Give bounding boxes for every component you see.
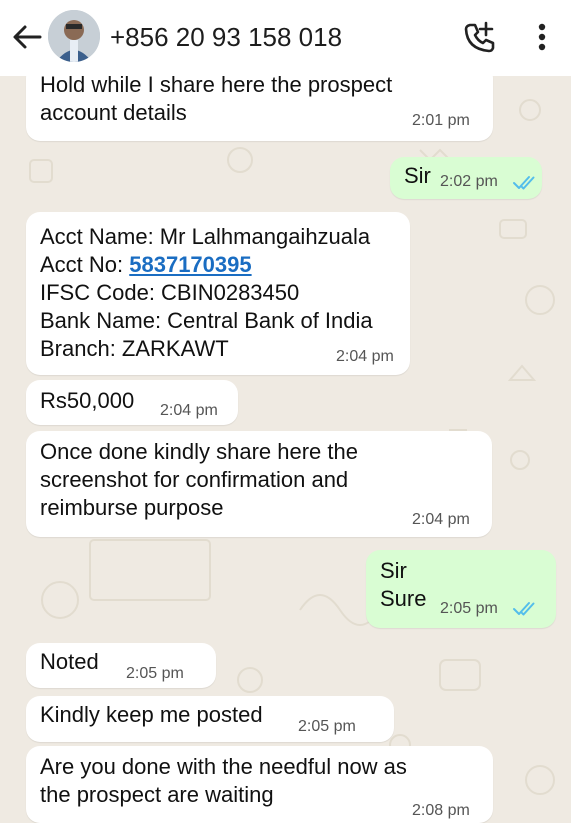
outgoing-message-bubble[interactable]: Sir Sure 2:05 pm	[366, 550, 556, 628]
message-text-span: account details	[40, 100, 187, 125]
message-text-span: Branch: ZARKAWT	[40, 336, 229, 361]
message-text-span: Sure	[380, 586, 427, 611]
account-number-link[interactable]: 5837170395	[129, 252, 251, 277]
chat-header: +856 20 93 158 018	[0, 0, 571, 76]
message-text: Branch: ZARKAWT	[40, 336, 229, 362]
message-text: screenshot for confirmation and	[40, 467, 348, 493]
contact-name[interactable]: +856 20 93 158 018	[110, 22, 342, 53]
message-timestamp: 2:08 pm	[412, 802, 470, 819]
message-timestamp: 2:05 pm	[126, 665, 184, 682]
message-timestamp: 2:05 pm	[440, 600, 498, 617]
message-text: account details	[40, 100, 187, 126]
message-text-span: Sir	[404, 163, 431, 188]
message-text: the prospect are waiting	[40, 782, 274, 808]
message-text-span: Rs50,000	[40, 388, 135, 413]
message-timestamp: 2:02 pm	[440, 173, 498, 190]
message-text-span: Sir	[380, 558, 407, 583]
message-text: Kindly keep me posted	[40, 702, 263, 728]
message-text-span: Acct Name: Mr Lalhmangaihzuala	[40, 224, 371, 249]
message-text: Noted	[40, 649, 99, 675]
message-text: Are you done with the needful now as	[40, 754, 407, 780]
message-text-span: Noted	[40, 649, 99, 674]
message-text-span: Acct No:	[40, 252, 130, 277]
message-text-span: Bank Name: Central Bank of India	[40, 308, 373, 333]
message-text-span: Once done kindly share here the	[40, 439, 358, 464]
incoming-message-bubble[interactable]: Acct Name: Mr Lalhmangaihzuala Acct No: 5…	[26, 212, 410, 375]
incoming-message-bubble[interactable]: Rs50,000 2:04 pm	[26, 380, 238, 425]
message-text: Sir	[404, 163, 431, 189]
message-text-span: the prospect are waiting	[40, 782, 274, 807]
message-text: Rs50,000	[40, 388, 134, 414]
message-timestamp: 2:05 pm	[298, 718, 356, 735]
read-receipt-icon	[513, 176, 535, 190]
message-text-span: IFSC Code: CBIN0283450	[40, 280, 300, 305]
more-vert-icon[interactable]	[530, 20, 554, 54]
message-text: reimburse purpose	[40, 495, 223, 521]
message-text: IFSC Code: CBIN0283450	[40, 280, 299, 306]
message-text: Sure	[380, 586, 426, 612]
avatar[interactable]	[48, 10, 100, 62]
message-text-span: Are you done with the needful now as	[40, 754, 407, 779]
message-timestamp: 2:04 pm	[160, 402, 218, 419]
outgoing-message-bubble[interactable]: Sir 2:02 pm	[390, 157, 542, 199]
message-timestamp: 2:01 pm	[412, 112, 470, 129]
incoming-message-bubble[interactable]: Are you done with the needful now as the …	[26, 746, 493, 823]
message-timestamp: 2:04 pm	[412, 511, 470, 528]
message-text: Acct Name: Mr Lalhmangaihzuala	[40, 224, 370, 250]
incoming-message-bubble[interactable]: Noted 2:05 pm	[26, 643, 216, 688]
message-text: Once done kindly share here the	[40, 439, 358, 465]
message-text-span: Kindly keep me posted	[40, 702, 263, 727]
incoming-message-bubble[interactable]: Once done kindly share here the screensho…	[26, 431, 492, 537]
message-text: Bank Name: Central Bank of India	[40, 308, 373, 334]
message-timestamp: 2:04 pm	[336, 348, 394, 365]
chat-area[interactable]: Hold while I share here the prospect acco…	[0, 0, 571, 823]
message-text-span: screenshot for confirmation and	[40, 467, 349, 492]
back-arrow-icon[interactable]	[10, 22, 44, 52]
message-text: Sir	[380, 558, 407, 584]
message-text: Acct No: 5837170395	[40, 252, 252, 278]
message-text-span: reimburse purpose	[40, 495, 224, 520]
read-receipt-icon	[513, 602, 535, 616]
add-call-icon[interactable]	[462, 20, 496, 54]
incoming-message-bubble[interactable]: Kindly keep me posted 2:05 pm	[26, 696, 394, 742]
